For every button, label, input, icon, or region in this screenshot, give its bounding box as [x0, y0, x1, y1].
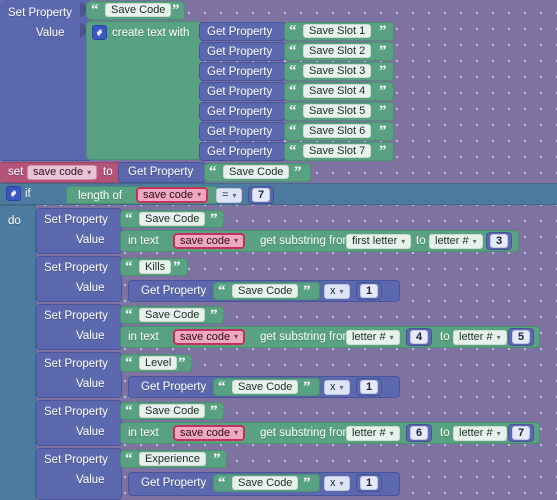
- blockly-workspace-canvas[interactable]: Set Property Value “ Save Code ” create …: [0, 0, 557, 500]
- substring-to-number-field-3[interactable]: 5: [512, 330, 530, 344]
- substring-to-mode-dropdown-5[interactable]: letter # ▾: [453, 426, 507, 441]
- do-operator-dropdown-6[interactable]: x ▾: [324, 476, 350, 491]
- in-text-label-3: in text: [128, 331, 159, 343]
- open-quote-icon: “: [218, 475, 226, 491]
- substring-to-label-3: to: [440, 331, 450, 343]
- do-set-property-label-6: Set Property: [44, 454, 108, 466]
- do-property-text-field-6[interactable]: Experience: [139, 452, 207, 466]
- do-get-property-label-2: Get Property: [141, 285, 207, 297]
- substring-variable-name-3: save code: [180, 330, 231, 343]
- do-operand-field-6[interactable]: 1: [360, 476, 378, 490]
- substring-to-mode-5: letter #: [459, 427, 493, 439]
- do-set-property-label-4: Set Property: [44, 358, 108, 370]
- close-quote-icon: ”: [303, 283, 311, 299]
- do-get-property-label-6: Get Property: [141, 477, 207, 489]
- do-getproperty-text-field-6[interactable]: Save Code: [232, 476, 299, 490]
- chevron-down-icon: ▾: [339, 478, 344, 488]
- close-quote-icon: ”: [210, 211, 218, 227]
- chevron-down-icon: ▾: [496, 428, 501, 438]
- do-property-text-field-5[interactable]: Save Code: [139, 404, 206, 418]
- open-quote-icon: “: [218, 379, 226, 395]
- in-text-label-5: in text: [128, 427, 159, 439]
- do-value-label-6: Value: [76, 474, 105, 486]
- in-text-label-1: in text: [128, 235, 159, 247]
- close-quote-icon: ”: [303, 475, 311, 491]
- substring-from-mode-5: letter #: [352, 427, 386, 439]
- do-value-label-2: Value: [76, 282, 105, 294]
- do-get-property-label-4: Get Property: [141, 381, 207, 393]
- do-body-rows[interactable]: Set Property Value “ Save Code ” in text…: [0, 0, 557, 500]
- substring-to-mode-1: letter #: [435, 235, 469, 247]
- open-quote-icon: “: [125, 355, 133, 371]
- do-set-property-label-5: Set Property: [44, 406, 108, 418]
- substring-from-number-field-3[interactable]: 4: [410, 330, 428, 344]
- substring-from-number-field-5[interactable]: 6: [410, 426, 428, 440]
- open-quote-icon: “: [125, 307, 133, 323]
- do-set-property-label-3: Set Property: [44, 310, 108, 322]
- do-operator-dropdown-4[interactable]: x ▾: [324, 380, 350, 395]
- chevron-down-icon: ▾: [339, 382, 344, 392]
- get-substring-from-label-1: get substring from: [260, 235, 353, 247]
- do-value-label-3: Value: [76, 330, 105, 342]
- substring-variable-name-5: save code: [180, 426, 231, 439]
- open-quote-icon: “: [218, 283, 226, 299]
- do-property-text-field-3[interactable]: Save Code: [139, 308, 206, 322]
- open-quote-icon: “: [125, 451, 133, 467]
- do-set-property-label-1: Set Property: [44, 214, 108, 226]
- chevron-down-icon: ▾: [401, 236, 406, 246]
- do-operator-2: x: [330, 285, 336, 297]
- do-operator-4: x: [330, 381, 336, 393]
- substring-to-label-5: to: [440, 427, 450, 439]
- close-quote-icon: ”: [303, 379, 311, 395]
- chevron-down-icon: ▾: [234, 428, 239, 437]
- get-substring-from-label-3: get substring from: [260, 331, 353, 343]
- do-property-text-field-2[interactable]: Kills: [139, 260, 172, 274]
- substring-to-label-1: to: [416, 235, 426, 247]
- close-quote-icon: ”: [213, 451, 221, 467]
- do-operator-dropdown-2[interactable]: x ▾: [324, 284, 350, 299]
- substring-from-mode-3: letter #: [352, 331, 386, 343]
- close-quote-icon: ”: [178, 355, 186, 371]
- chevron-down-icon: ▾: [389, 332, 394, 342]
- close-quote-icon: ”: [210, 403, 218, 419]
- chevron-down-icon: ▾: [339, 286, 344, 296]
- chevron-down-icon: ▾: [234, 332, 239, 341]
- substring-to-mode-dropdown-1[interactable]: letter # ▾: [429, 234, 483, 249]
- substring-from-mode-dropdown-1[interactable]: first letter ▾: [346, 234, 412, 249]
- chevron-down-icon: ▾: [472, 236, 477, 246]
- substring-from-mode-dropdown-5[interactable]: letter # ▾: [346, 426, 400, 441]
- substring-variable-dropdown-3[interactable]: save code ▾: [173, 329, 246, 345]
- substring-from-mode-dropdown-3[interactable]: letter # ▾: [346, 330, 400, 345]
- get-substring-from-label-5: get substring from: [260, 427, 353, 439]
- chevron-down-icon: ▾: [234, 236, 239, 245]
- close-quote-icon: ”: [173, 259, 181, 275]
- close-quote-icon: ”: [210, 307, 218, 323]
- open-quote-icon: “: [125, 259, 133, 275]
- do-property-text-field-1[interactable]: Save Code: [139, 212, 206, 226]
- substring-to-mode-3: letter #: [459, 331, 493, 343]
- substring-to-number-field-5[interactable]: 7: [512, 426, 530, 440]
- do-getproperty-text-field-2[interactable]: Save Code: [232, 284, 299, 298]
- do-operand-field-2[interactable]: 1: [360, 284, 378, 298]
- substring-variable-dropdown-5[interactable]: save code ▾: [173, 425, 246, 441]
- open-quote-icon: “: [125, 211, 133, 227]
- do-property-text-field-4[interactable]: Level: [139, 356, 178, 370]
- substring-to-mode-dropdown-3[interactable]: letter # ▾: [453, 330, 507, 345]
- do-value-label-4: Value: [76, 378, 105, 390]
- substring-variable-name-1: save code: [180, 234, 231, 247]
- do-value-label-1: Value: [76, 234, 105, 246]
- substring-from-mode-1: first letter: [352, 235, 398, 247]
- do-operand-field-4[interactable]: 1: [360, 380, 378, 394]
- substring-to-number-field-1[interactable]: 3: [490, 234, 508, 248]
- substring-variable-dropdown-1[interactable]: save code ▾: [173, 233, 246, 249]
- open-quote-icon: “: [125, 403, 133, 419]
- do-getproperty-text-field-4[interactable]: Save Code: [232, 380, 299, 394]
- do-set-property-label-2: Set Property: [44, 262, 108, 274]
- chevron-down-icon: ▾: [389, 428, 394, 438]
- do-operator-6: x: [330, 477, 336, 489]
- do-value-label-5: Value: [76, 426, 105, 438]
- chevron-down-icon: ▾: [496, 332, 501, 342]
